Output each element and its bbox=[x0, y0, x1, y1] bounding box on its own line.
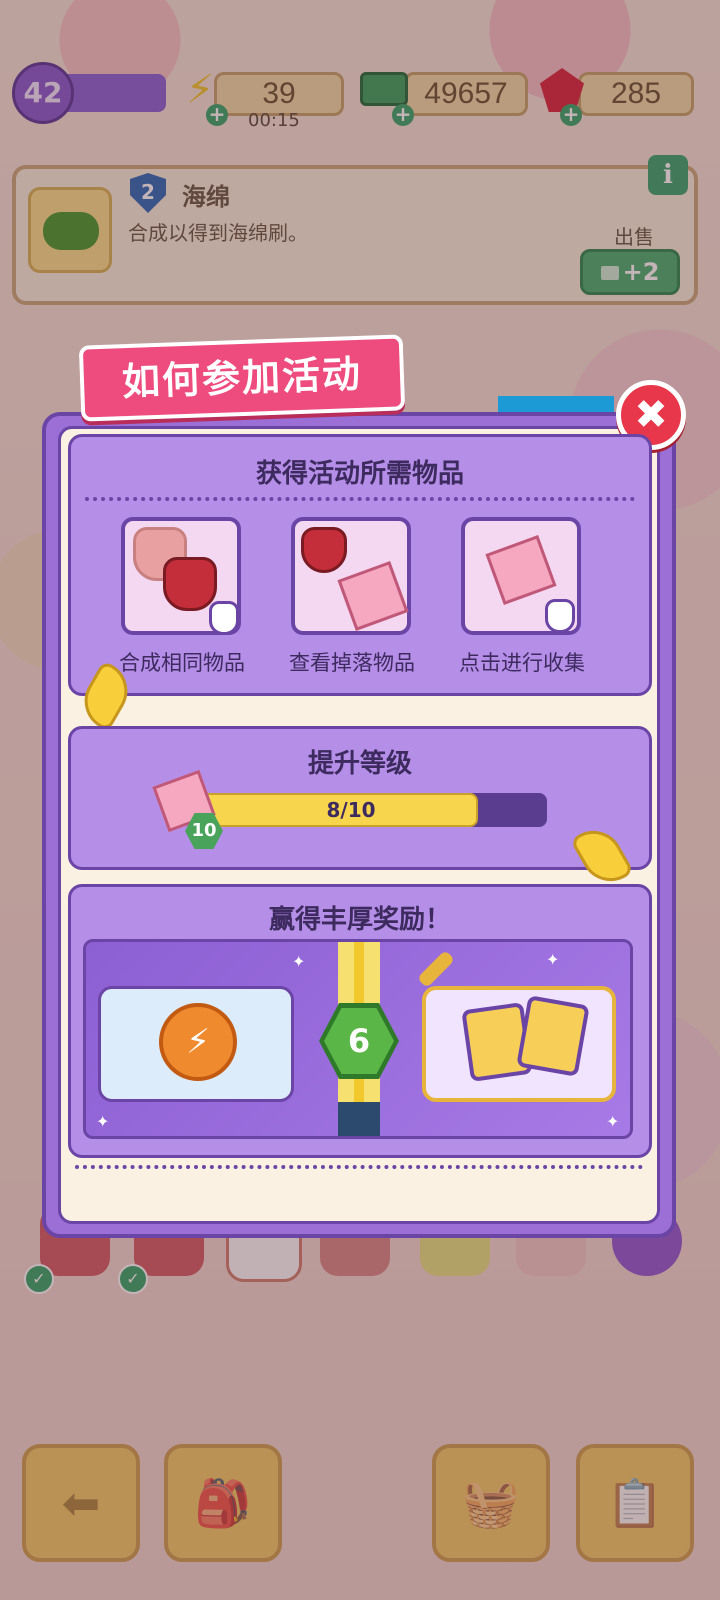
envelope-icon bbox=[485, 535, 557, 605]
section-title: 赢得丰厚奖励！ bbox=[268, 905, 451, 935]
step-label: 点击进行收集 bbox=[459, 651, 585, 675]
pointer-hand-icon bbox=[545, 599, 575, 633]
glove-icon bbox=[163, 557, 217, 611]
premium-reward-card[interactable] bbox=[422, 986, 616, 1102]
sparkle-icon: ✦ bbox=[96, 1112, 110, 1131]
section-title: 获得活动所需物品 bbox=[255, 459, 464, 489]
step-label: 合成相同物品 bbox=[119, 651, 245, 675]
reward-card-icon bbox=[516, 995, 590, 1077]
step-label: 查看掉落物品 bbox=[289, 651, 415, 675]
section-level-up: 提升等级 8/10 10 bbox=[68, 726, 652, 870]
step-drop bbox=[291, 517, 411, 635]
modal-title-tab: 如何参加活动 bbox=[78, 334, 406, 422]
milestone-track-end bbox=[338, 1102, 380, 1136]
section-title: 提升等级 bbox=[307, 749, 412, 779]
section-obtain-items: 获得活动所需物品 合成相同物品 查看掉落物品 点击进行收集 bbox=[68, 434, 652, 696]
progress-text: 8/10 bbox=[326, 798, 376, 822]
close-icon: ✖ bbox=[634, 392, 668, 438]
free-reward-card[interactable]: ⚡ bbox=[98, 986, 294, 1102]
sparkle-icon: ✦ bbox=[546, 950, 560, 969]
glove-icon bbox=[301, 527, 347, 573]
modal-title: 如何参加活动 bbox=[121, 351, 363, 405]
step-collect bbox=[461, 517, 581, 635]
energy-coin-icon: ⚡ bbox=[159, 1003, 237, 1081]
sparkle-icon: ✦ bbox=[292, 952, 306, 971]
sparkle-icon: ✦ bbox=[606, 1112, 620, 1131]
reward-track-panel: ⚡ 6 ✦ ✦ ✦ ✦ bbox=[83, 939, 633, 1139]
envelope-icon bbox=[337, 561, 409, 631]
key-icon bbox=[416, 949, 456, 989]
step-merge bbox=[121, 517, 241, 635]
divider bbox=[85, 497, 635, 501]
decorative-strip bbox=[498, 396, 614, 412]
section-rewards: 赢得丰厚奖励！ ⚡ 6 ✦ ✦ ✦ ✦ bbox=[68, 884, 652, 1158]
pointer-hand-icon bbox=[209, 601, 239, 635]
divider bbox=[75, 1165, 643, 1169]
